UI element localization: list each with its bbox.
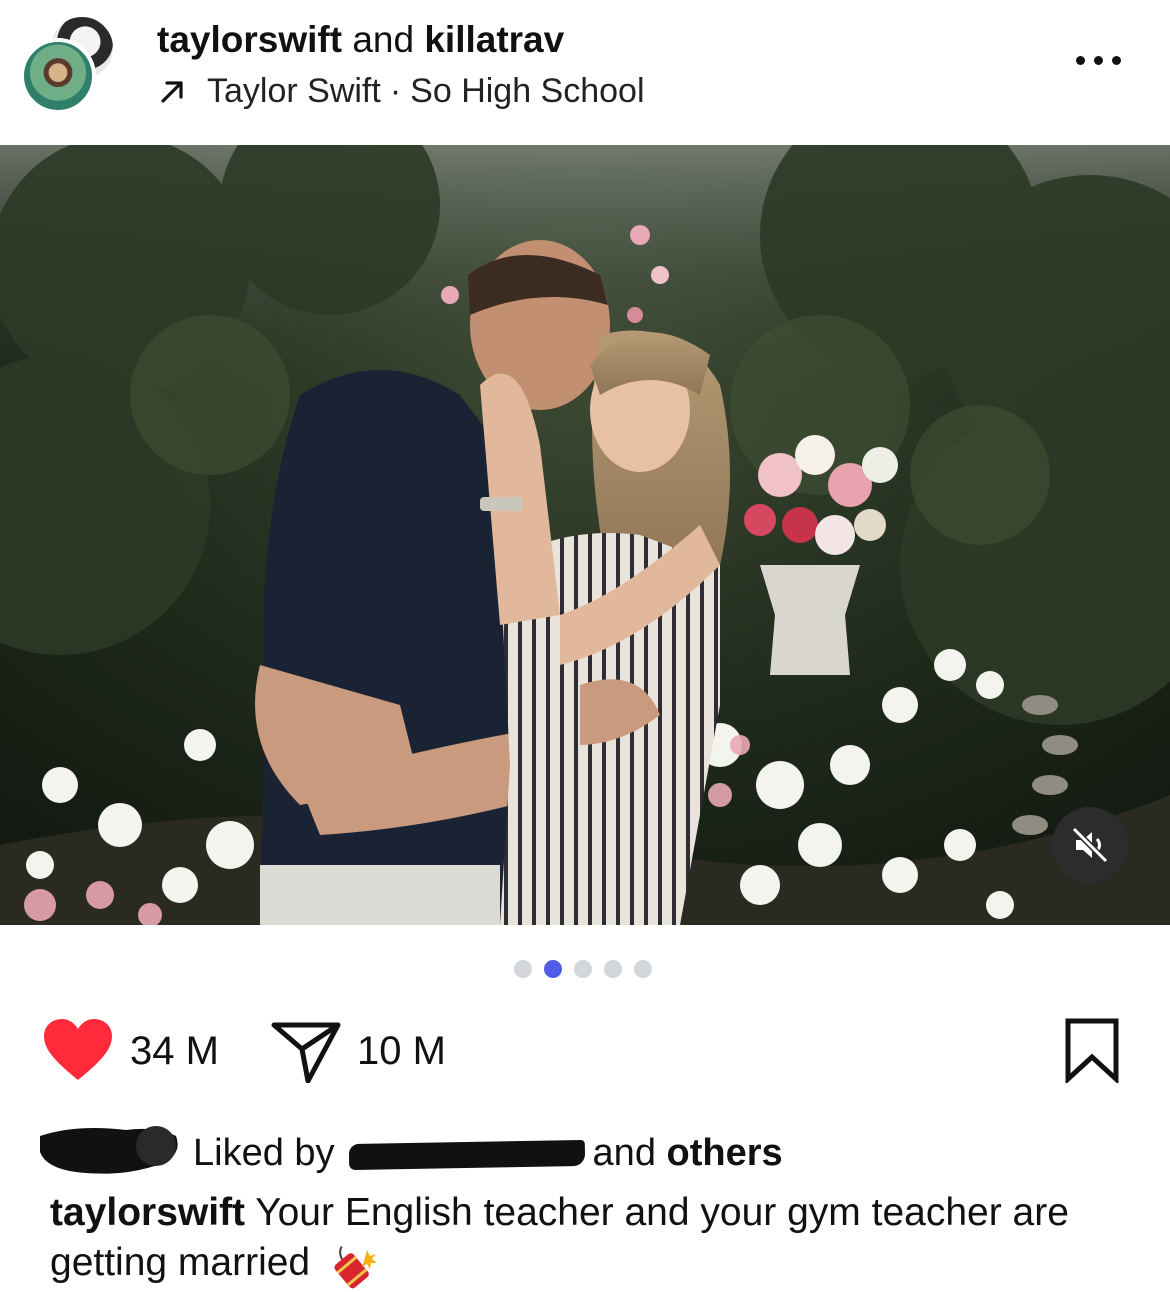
liked-by-prefix: Liked by: [193, 1132, 335, 1174]
likes-count[interactable]: 34 M: [130, 1027, 219, 1075]
post-action-bar: 34 M 10 M: [0, 1015, 1170, 1087]
couple-garden-photo: [0, 145, 1170, 925]
carousel-dot-active: [544, 960, 562, 978]
music-separator: ·: [389, 72, 402, 110]
carousel-dot: [574, 960, 592, 978]
avatar-taylorswift[interactable]: [20, 38, 96, 114]
author-username-1[interactable]: taylorswift: [157, 19, 342, 60]
music-artist: Taylor Swift: [207, 72, 381, 110]
liked-by-row[interactable]: Liked by and others: [0, 1122, 1170, 1182]
post-header: taylorswift and killatrav Taylor Swift ·…: [0, 0, 1170, 145]
shares-count[interactable]: 10 M: [357, 1027, 446, 1075]
authors-conjunction: and: [352, 19, 415, 60]
liked-by-others-link[interactable]: others: [667, 1132, 783, 1174]
post-caption: taylorswift Your English teacher and you…: [50, 1188, 1130, 1290]
caption-username[interactable]: taylorswift: [50, 1191, 245, 1234]
carousel-dot: [604, 960, 622, 978]
collab-avatars[interactable]: [20, 14, 120, 114]
post-authors: taylorswift and killatrav: [157, 18, 564, 62]
send-paper-plane-icon[interactable]: [270, 1019, 342, 1083]
firecracker-emoji-icon: [334, 1245, 377, 1289]
carousel-indicator: [514, 960, 652, 978]
speaker-muted-icon: [1071, 826, 1109, 864]
redacted-username: [348, 1139, 585, 1171]
music-title: So High School: [410, 72, 645, 110]
heart-filled-icon[interactable]: [42, 1018, 114, 1082]
music-attribution[interactable]: Taylor Swift · So High School: [157, 70, 645, 112]
liked-by-text: Liked by and others: [193, 1130, 783, 1176]
liked-by-middle: and: [592, 1132, 656, 1174]
carousel-dot: [514, 960, 532, 978]
bookmark-icon[interactable]: [1062, 1017, 1122, 1083]
post-photo[interactable]: [0, 145, 1170, 925]
author-username-2[interactable]: killatrav: [424, 19, 564, 60]
redacted-avatars: [40, 1126, 178, 1174]
more-options-icon[interactable]: [1076, 52, 1132, 74]
mute-toggle-button[interactable]: [1052, 807, 1128, 883]
arrow-up-right-icon: [161, 81, 183, 103]
carousel-dot: [634, 960, 652, 978]
